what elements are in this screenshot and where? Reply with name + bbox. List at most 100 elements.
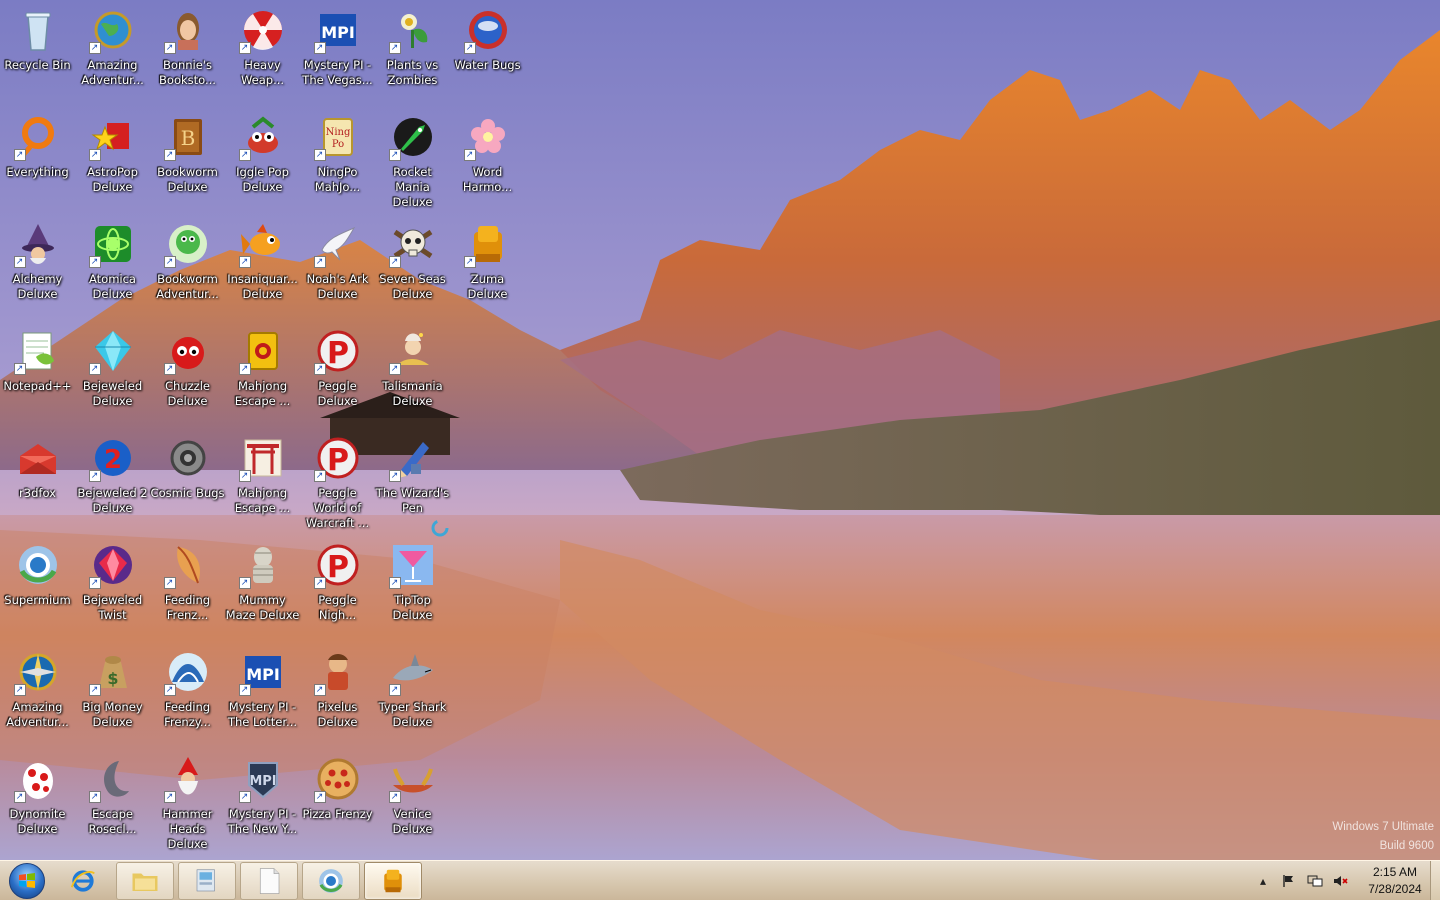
desktop-icon[interactable]: Recycle Bin: [0, 0, 75, 102]
desktop-icon[interactable]: ↗ Bejeweled Deluxe: [75, 321, 150, 423]
shortcut-arrow-icon: ↗: [88, 256, 101, 268]
peggle-icon: P ↗: [313, 541, 362, 589]
desktop-icon-label: Big Money Deluxe: [82, 700, 143, 729]
magnifier-icon: ↗: [13, 113, 62, 161]
desktop-icon[interactable]: ↗ Mummy Maze Deluxe: [225, 535, 300, 637]
desktop-icon[interactable]: ↗ Heavy Weap...: [225, 0, 300, 102]
desktop-icon-label: TipTop Deluxe: [392, 593, 433, 622]
shortcut-arrow-icon: ↗: [88, 149, 101, 161]
desktop-icon[interactable]: ↗ Hammer Heads Deluxe: [150, 749, 225, 851]
desktop-icon[interactable]: ↗ Bookworm Adventur...: [150, 214, 225, 316]
taskbar-button-control-panel[interactable]: [178, 861, 236, 900]
shortcut-arrow-icon: ↗: [13, 149, 26, 161]
desktop-icon[interactable]: ↗ AstroPop Deluxe: [75, 107, 150, 209]
browser-icon: [319, 868, 343, 893]
shortcut-arrow-icon: ↗: [238, 256, 251, 268]
desktop-icon[interactable]: ↗ Amazing Adventur...: [0, 642, 75, 744]
desktop-icon[interactable]: ↗ Amazing Adventur...: [75, 0, 150, 102]
desktop-icon[interactable]: ↗ Feeding Frenz...: [150, 535, 225, 637]
desktop-icon[interactable]: ↗ Word Harmo...: [450, 107, 525, 209]
pen-icon: ↗: [388, 434, 437, 482]
desktop-icon[interactable]: MPI ↗ Mystery PI - The Vegas...: [300, 0, 375, 102]
desktop-icon[interactable]: ↗ Typer Shark Deluxe: [375, 642, 450, 744]
rocket-icon: ↗: [388, 113, 437, 161]
desktop-icon[interactable]: ↗ Noah's Ark Deluxe: [300, 214, 375, 316]
network-icon[interactable]: [1306, 872, 1324, 890]
desktop-icon-label: Peggle World of Warcraft ...: [305, 486, 370, 530]
desktop-icon[interactable]: 2 ↗ Bejeweled 2 Deluxe: [75, 428, 150, 530]
desktop-icon-label: Bejeweled 2 Deluxe: [77, 486, 148, 515]
desktop-icon[interactable]: ↗ Notepad++: [0, 321, 75, 423]
shortcut-arrow-icon: ↗: [388, 684, 401, 696]
desktop-icon[interactable]: ↗ Mahjong Escape ...: [225, 321, 300, 423]
desktop-icon[interactable]: Supermium: [0, 535, 75, 637]
desktop-icon[interactable]: ↗ Feeding Frenzy...: [150, 642, 225, 744]
desktop-icon[interactable]: MPI ↗ Mystery PI - The New Y...: [225, 749, 300, 851]
show-hidden-icons-icon[interactable]: ▴: [1254, 872, 1272, 890]
desktop-icon[interactable]: P ↗ Peggle Deluxe: [300, 321, 375, 423]
money-bag-icon: $ ↗: [88, 648, 137, 696]
mpi-icon: MPI ↗: [313, 6, 362, 54]
action-center-flag-icon[interactable]: [1280, 872, 1298, 890]
shortcut-arrow-icon: ↗: [163, 577, 176, 589]
shortcut-arrow-icon: ↗: [163, 791, 176, 803]
taskbar-button-zuma-deluxe[interactable]: [364, 861, 422, 900]
desktop-icon[interactable]: MPI ↗ Mystery PI - The Lotter...: [225, 642, 300, 744]
svg-text:Ning: Ning: [325, 127, 350, 138]
desktop-icon[interactable]: ↗ Venice Deluxe: [375, 749, 450, 851]
taskbar-button-file-explorer[interactable]: [116, 861, 174, 900]
desktop-icon[interactable]: ↗ Bonnie's Booksto...: [150, 0, 225, 102]
desktop-icon[interactable]: ↗ Water Bugs: [450, 0, 525, 102]
desktop-icon[interactable]: ↗ Escape Rosecl...: [75, 749, 150, 851]
shortcut-arrow-icon: ↗: [88, 42, 101, 54]
desktop-icon[interactable]: ↗ Plants vs Zombies: [375, 0, 450, 102]
desktop-icon[interactable]: ↗ Pizza Frenzy: [300, 749, 375, 851]
desktop-icon[interactable]: P ↗ Peggle World of Warcraft ...: [300, 428, 375, 530]
desktop-icon-label: Notepad++: [3, 379, 72, 393]
desktop-icon[interactable]: ↗ Chuzzle Deluxe: [150, 321, 225, 423]
desktop-icon[interactable]: ↗ Mahjong Escape ...: [225, 428, 300, 530]
desktop-icon[interactable]: ↗ TipTop Deluxe: [375, 535, 450, 637]
feeding-fish-icon: ↗: [163, 541, 212, 589]
desktop-icon[interactable]: ↗ Talismania Deluxe: [375, 321, 450, 423]
desktop-icon-label: Mummy Maze Deluxe: [225, 593, 300, 622]
volume-muted-icon[interactable]: [1332, 872, 1350, 890]
desktop-icon[interactable]: ↗ Atomica Deluxe: [75, 214, 150, 316]
shortcut-arrow-icon: ↗: [313, 149, 326, 161]
desktop-icon[interactable]: ↗ Alchemy Deluxe: [0, 214, 75, 316]
shortcut-arrow-icon: ↗: [88, 363, 101, 375]
start-button[interactable]: [4, 861, 50, 900]
desktop-icon-label: Bonnie's Booksto...: [159, 58, 216, 87]
desktop-icon[interactable]: $ ↗ Big Money Deluxe: [75, 642, 150, 744]
desktop-icon[interactable]: ↗ Bejeweled Twist: [75, 535, 150, 637]
desktop-icon[interactable]: Ning Po ↗ NingPo MahJo...: [300, 107, 375, 209]
taskbar-button-internet-explorer[interactable]: [54, 862, 112, 900]
desktop-icon[interactable]: ↗ Zuma Deluxe: [450, 214, 525, 316]
taskbar-button-supermium[interactable]: [302, 861, 360, 900]
desktop-icon[interactable]: ↗ Insaniquar... Deluxe: [225, 214, 300, 316]
desktop-icon[interactable]: ↗ Rocket Mania Deluxe: [375, 107, 450, 209]
scroll-icon: ↗: [238, 327, 287, 375]
desktop-icon[interactable]: Cosmic Bugs: [150, 428, 225, 530]
desktop-icon[interactable]: B ↗ Bookworm Deluxe: [150, 107, 225, 209]
desktop-icon-label: Alchemy Deluxe: [12, 272, 63, 301]
desktop-icon-label: Mystery PI - The Vegas...: [302, 58, 373, 87]
desktop-icon-label: AstroPop Deluxe: [87, 165, 138, 194]
ie-icon: [70, 869, 95, 892]
desktop-icon-label: Feeding Frenz...: [164, 593, 211, 622]
desktop-icon[interactable]: ↗ Iggle Pop Deluxe: [225, 107, 300, 209]
desktop-icon[interactable]: ↗ Dynomite Deluxe: [0, 749, 75, 851]
desktop-icon[interactable]: ↗ The Wizard's Pen: [375, 428, 450, 530]
desktop-icon[interactable]: ↗ Seven Seas Deluxe: [375, 214, 450, 316]
show-desktop-button[interactable]: [1430, 861, 1440, 900]
svg-text:B: B: [180, 126, 195, 150]
desktop-icon[interactable]: ↗ Pixelus Deluxe: [300, 642, 375, 744]
desktop-icon-label: Mystery PI - The Lotter...: [227, 700, 298, 729]
desktop-icon[interactable]: ↗ Everything: [0, 107, 75, 209]
desktop-icon-label: Escape Rosecl...: [88, 807, 137, 836]
taskbar-button-blank-document[interactable]: [240, 861, 298, 900]
desktop-icon[interactable]: r3dfox: [0, 428, 75, 530]
taskbar-clock[interactable]: 2:15 AM 7/28/2024: [1364, 864, 1426, 898]
desktop-icon[interactable]: P ↗ Peggle Nigh...: [300, 535, 375, 637]
browser-icon: [14, 541, 62, 589]
